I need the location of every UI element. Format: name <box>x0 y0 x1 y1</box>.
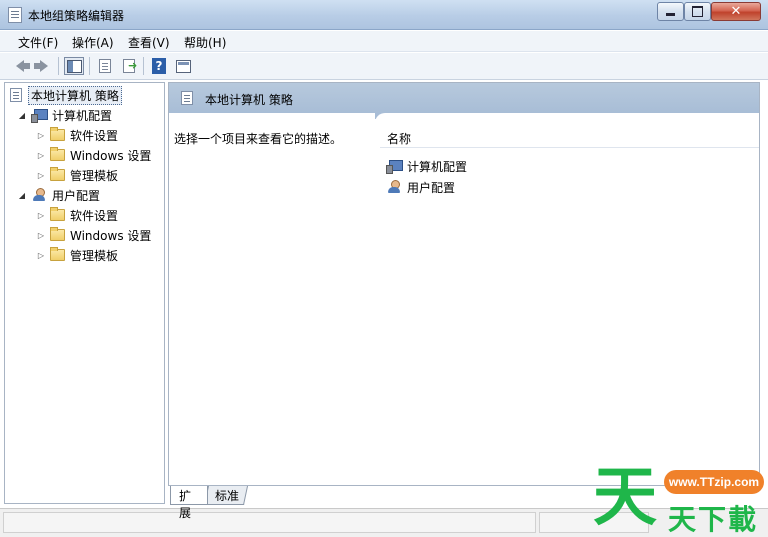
status-cell-main <box>3 512 536 533</box>
policy-icon <box>181 91 193 105</box>
tree-node-label: 用户配置 <box>52 188 101 203</box>
description-panel: 选择一个项目来查看它的描述。 <box>169 113 375 485</box>
folder-icon <box>50 167 65 181</box>
list-item-label: 计算机配置 <box>407 159 468 174</box>
properties-icon <box>175 59 191 73</box>
policy-icon <box>10 88 22 102</box>
tree-node-windows-settings[interactable]: ▷ Windows 设置 <box>36 146 151 164</box>
toolbar-separator <box>143 57 144 75</box>
show-pane-button[interactable] <box>173 57 193 75</box>
tree-node-label: 本地计算机 策略 <box>28 85 122 105</box>
column-header-name[interactable]: 名称 <box>380 128 759 148</box>
user-icon <box>31 188 47 202</box>
list-item-label: 用户配置 <box>407 180 456 195</box>
tree-node-user-admin-templates[interactable]: ▷ 管理模板 <box>36 246 118 264</box>
console-tree[interactable]: 本地计算机 策略 ◢ 计算机配置 ▷ 软件设置 ▷ Windows 设置 ▷ 管… <box>4 82 165 504</box>
expand-icon[interactable]: ▷ <box>36 211 46 220</box>
computer-icon <box>386 159 403 174</box>
details-pane: 本地计算机 策略 选择一个项目来查看它的描述。 名称 计算机配置 用户配置 <box>168 82 760 486</box>
tree-node-label: 计算机配置 <box>52 108 113 123</box>
minimize-button[interactable] <box>657 2 684 21</box>
properties-list-button[interactable] <box>95 57 115 75</box>
close-icon: ✕ <box>730 4 742 19</box>
menu-bar: 文件(F) 操作(A) 查看(V) 帮助(H) <box>0 31 768 52</box>
tree-node-label: 软件设置 <box>70 128 119 143</box>
minimize-icon <box>658 3 683 20</box>
details-header: 本地计算机 策略 <box>169 83 759 113</box>
computer-icon <box>31 108 48 123</box>
maximize-button[interactable] <box>684 2 711 21</box>
tree-node-user-config[interactable]: ◢ 用户配置 <box>17 186 100 204</box>
tree-node-user-software-settings[interactable]: ▷ 软件设置 <box>36 206 118 224</box>
tree-node-user-windows-settings[interactable]: ▷ Windows 设置 <box>36 226 151 244</box>
column-header-label: 名称 <box>387 132 412 146</box>
tree-node-label: Windows 设置 <box>70 148 152 163</box>
tree-node-computer-config[interactable]: ◢ 计算机配置 <box>17 106 112 124</box>
tree-node-label: 管理模板 <box>70 248 119 263</box>
toolbar-separator <box>58 57 59 75</box>
tab-label: 扩展 <box>179 489 192 520</box>
expand-icon[interactable]: ▷ <box>36 131 46 140</box>
folder-icon <box>50 147 65 161</box>
export-list-button[interactable] <box>119 57 139 75</box>
list-item-computer-config[interactable]: 计算机配置 <box>386 157 467 175</box>
back-button[interactable] <box>10 57 30 75</box>
menu-view[interactable]: 查看(V) <box>125 34 173 51</box>
forward-arrow-icon <box>34 60 48 72</box>
collapse-icon[interactable]: ◢ <box>17 191 27 200</box>
expand-icon[interactable]: ▷ <box>36 171 46 180</box>
menu-help[interactable]: 帮助(H) <box>181 34 229 51</box>
toolbar-separator <box>89 57 90 75</box>
window-title: 本地组策略编辑器 <box>28 9 125 23</box>
folder-icon <box>50 207 65 221</box>
policy-editor-app-icon <box>8 7 22 23</box>
menu-file[interactable]: 文件(F) <box>15 34 61 51</box>
expand-icon[interactable]: ▷ <box>36 251 46 260</box>
watermark-url: www.TTzip.com <box>664 470 764 494</box>
watermark-logo-char: 天 <box>593 461 657 535</box>
tree-node-label: 管理模板 <box>70 168 119 183</box>
expand-icon[interactable]: ▷ <box>36 151 46 160</box>
tab-standard[interactable]: 标准 <box>203 486 249 505</box>
maximize-icon <box>685 3 710 20</box>
expand-icon[interactable]: ▷ <box>36 231 46 240</box>
collapse-icon[interactable]: ◢ <box>17 111 27 120</box>
tree-node-admin-templates[interactable]: ▷ 管理模板 <box>36 166 118 184</box>
back-arrow-icon <box>16 60 30 72</box>
tab-extended[interactable]: 扩展 <box>170 486 208 520</box>
menu-action[interactable]: 操作(A) <box>69 34 117 51</box>
toolbar: ? <box>0 53 768 80</box>
description-text: 选择一个项目来查看它的描述。 <box>174 132 343 146</box>
folder-icon <box>50 247 65 261</box>
tree-node-root[interactable]: 本地计算机 策略 <box>10 85 122 105</box>
item-list[interactable]: 名称 计算机配置 用户配置 <box>375 113 759 485</box>
details-header-title: 本地计算机 策略 <box>205 93 293 107</box>
export-icon <box>123 59 137 73</box>
tree-node-label: Windows 设置 <box>70 228 152 243</box>
help-icon: ? <box>152 58 166 74</box>
help-button[interactable]: ? <box>149 57 169 75</box>
tree-node-label: 软件设置 <box>70 208 119 223</box>
user-icon <box>386 180 402 194</box>
watermark-text: 天下載 <box>668 503 759 536</box>
close-button[interactable]: ✕ <box>711 2 761 21</box>
tree-node-software-settings[interactable]: ▷ 软件设置 <box>36 126 118 144</box>
show-hide-tree-button[interactable] <box>64 57 84 75</box>
console-tree-icon <box>66 59 82 73</box>
document-icon <box>99 59 111 73</box>
tab-label: 标准 <box>215 489 240 503</box>
folder-icon <box>50 227 65 241</box>
list-item-user-config[interactable]: 用户配置 <box>386 178 455 196</box>
forward-button[interactable] <box>34 57 54 75</box>
title-bar[interactable]: 本地组策略编辑器 ✕ <box>0 0 768 30</box>
folder-icon <box>50 127 65 141</box>
